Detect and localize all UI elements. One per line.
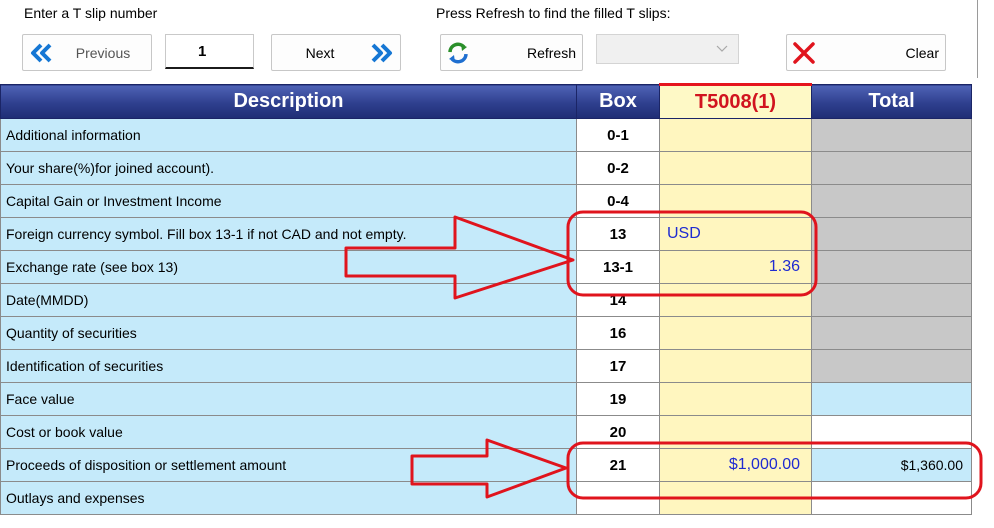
row-description: Your share(%)for joined account). [0,151,577,185]
table-row: Outlays and expenses [0,481,972,515]
row-slip-cell[interactable] [659,481,812,515]
slip-number-label: Enter a T slip number [24,5,158,21]
row-slip-cell[interactable]: USD [659,217,812,251]
table-row: Exchange rate (see box 13) 13-1 1.36 [0,250,972,284]
row-total-cell: $1,360.00 [811,448,972,482]
row-slip-cell[interactable]: 1.36 [659,250,812,284]
row-total-cell [811,316,972,350]
table-row: Quantity of securities 16 [0,316,972,350]
next-button-label: Next [305,44,335,61]
row-description: Foreign currency symbol. Fill box 13-1 i… [0,217,577,251]
row-box: 14 [576,283,660,317]
row-total-cell [811,415,972,449]
refresh-hint-label: Press Refresh to find the filled T slips… [436,5,671,21]
double-chevron-right-icon [368,43,394,63]
grid-header-row: Description Box T5008(1) Total [0,83,972,119]
row-slip-cell[interactable] [659,184,812,218]
filled-slips-dropdown[interactable] [596,34,739,64]
row-description: Outlays and expenses [0,481,577,515]
chevron-down-icon [716,45,728,53]
row-slip-cell[interactable]: $1,000.00 [659,448,812,482]
header-total: Total [811,84,972,119]
table-row: Face value 19 [0,382,972,416]
refresh-button[interactable]: Refresh [440,34,583,71]
row-slip-cell[interactable] [659,118,812,152]
header-t5008-slip[interactable]: T5008(1) [659,83,812,119]
panel-border [977,0,978,78]
t5008-grid: Description Box T5008(1) Total Additiona… [0,83,972,515]
previous-button[interactable]: Previous [22,34,152,71]
row-box: 0-2 [576,151,660,185]
table-row: Cost or book value 20 [0,415,972,449]
table-row: Proceeds of disposition or settlement am… [0,448,972,482]
red-x-icon [792,41,816,65]
row-box: 0-1 [576,118,660,152]
row-description: Capital Gain or Investment Income [0,184,577,218]
table-row: Identification of securities 17 [0,349,972,383]
next-button[interactable]: Next [271,34,401,71]
row-slip-cell[interactable] [659,415,812,449]
row-total-cell [811,283,972,317]
clear-button[interactable]: Clear [786,34,946,71]
table-row: Your share(%)for joined account). 0-2 [0,151,972,185]
row-total-cell [811,217,972,251]
row-total-cell [811,250,972,284]
table-row: Foreign currency symbol. Fill box 13-1 i… [0,217,972,251]
row-slip-cell[interactable] [659,283,812,317]
previous-button-label: Previous [75,44,131,61]
row-description: Quantity of securities [0,316,577,350]
table-row: Date(MMDD) 14 [0,283,972,317]
row-total-cell [811,118,972,152]
double-chevron-left-icon [29,43,55,63]
row-description: Face value [0,382,577,416]
row-total-cell [811,382,972,416]
row-total-cell [811,481,972,515]
header-description: Description [0,84,577,119]
header-box: Box [576,84,660,119]
row-total-cell [811,349,972,383]
row-box: 17 [576,349,660,383]
row-box: 16 [576,316,660,350]
row-box: 13-1 [576,250,660,284]
slip-number-input[interactable]: 1 [165,34,254,69]
row-description: Proceeds of disposition or settlement am… [0,448,577,482]
row-description: Additional information [0,118,577,152]
clear-button-label: Clear [905,44,939,61]
row-slip-cell[interactable] [659,316,812,350]
table-row: Capital Gain or Investment Income 0-4 [0,184,972,218]
row-box [576,481,660,515]
row-slip-cell[interactable] [659,382,812,416]
refresh-button-label: Refresh [526,44,576,61]
refresh-arrows-icon [446,41,470,65]
table-row: Additional information 0-1 [0,118,972,152]
row-description: Date(MMDD) [0,283,577,317]
row-slip-cell[interactable] [659,349,812,383]
row-total-cell [811,184,972,218]
row-box: 19 [576,382,660,416]
row-box: 13 [576,217,660,251]
row-total-cell [811,151,972,185]
row-box: 0-4 [576,184,660,218]
row-description: Identification of securities [0,349,577,383]
row-box: 21 [576,448,660,482]
row-description: Cost or book value [0,415,577,449]
row-slip-cell[interactable] [659,151,812,185]
row-description: Exchange rate (see box 13) [0,250,577,284]
row-box: 20 [576,415,660,449]
